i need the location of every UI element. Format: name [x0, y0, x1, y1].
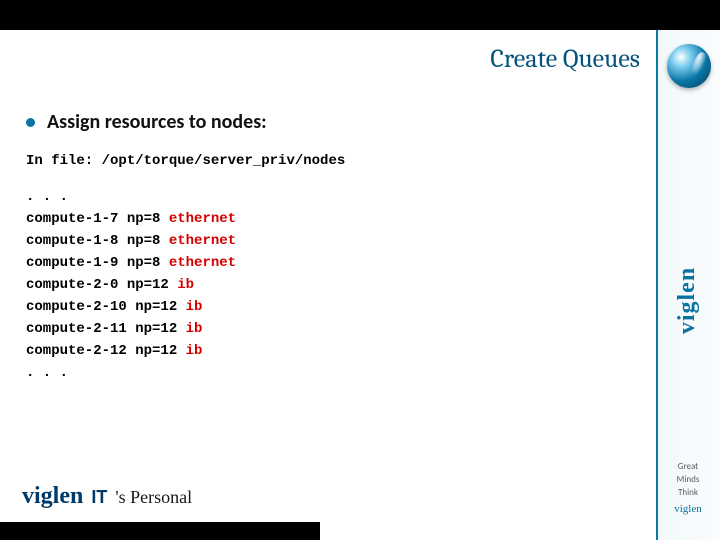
node-np: np=12 [135, 343, 185, 359]
node-np: np=12 [135, 321, 185, 337]
node-line: compute-1-8 np=8 ethernet [26, 230, 626, 252]
node-host: compute-1-8 [26, 233, 127, 249]
node-line: compute-1-9 np=8 ethernet [26, 252, 626, 274]
side-brand-vertical: viglen [664, 230, 712, 370]
content-area: Assign resources to nodes: In file: /opt… [26, 110, 626, 384]
node-host: compute-2-11 [26, 321, 135, 337]
node-line: compute-2-11 np=12 ib [26, 318, 626, 340]
bottom-black-strip [0, 522, 320, 540]
brand-name-mini: viglen [656, 503, 720, 516]
brand-name-vertical: viglen [675, 266, 702, 333]
page-title: Create Queues [0, 44, 640, 74]
node-line: compute-2-12 np=12 ib [26, 340, 626, 362]
slide: viglen Great Minds Think viglen Create Q… [0, 0, 720, 540]
footer-brand-name: viglen [22, 483, 83, 510]
node-np: np=8 [127, 233, 169, 249]
footer-brand-personal: 's Personal [115, 487, 192, 508]
ellipsis: . . . [26, 186, 626, 208]
node-host: compute-2-10 [26, 299, 135, 315]
brand-orb-icon [667, 44, 711, 88]
node-np: np=12 [127, 277, 177, 293]
node-np: np=12 [135, 299, 185, 315]
node-np: np=8 [127, 211, 169, 227]
node-line: compute-2-0 np=12 ib [26, 274, 626, 296]
tagline-line: Minds [656, 473, 720, 486]
tagline-line: Think [656, 486, 720, 499]
node-host: compute-2-0 [26, 277, 127, 293]
footer-brand: viglen IT 's Personal [22, 483, 192, 510]
node-net: ib [186, 299, 203, 315]
top-black-band [0, 0, 720, 30]
file-line: In file: /opt/torque/server_priv/nodes [26, 150, 626, 172]
node-net: ethernet [169, 255, 236, 271]
node-line: compute-1-7 np=8 ethernet [26, 208, 626, 230]
node-np: np=8 [127, 255, 169, 271]
bullet-text: Assign resources to nodes: [47, 110, 267, 134]
ellipsis: . . . [26, 362, 626, 384]
node-line: compute-2-10 np=12 ib [26, 296, 626, 318]
footer-brand-it: IT [91, 487, 107, 508]
node-host: compute-1-9 [26, 255, 127, 271]
tagline-line: Great [656, 460, 720, 473]
node-net: ib [186, 343, 203, 359]
node-host: compute-1-7 [26, 211, 127, 227]
node-host: compute-2-12 [26, 343, 135, 359]
node-net: ib [177, 277, 194, 293]
file-line-prefix: In file: [26, 153, 102, 169]
bullet-item: Assign resources to nodes: [26, 110, 626, 134]
node-net: ethernet [169, 211, 236, 227]
node-net: ib [186, 321, 203, 337]
side-tagline: Great Minds Think viglen [656, 460, 720, 516]
file-path: /opt/torque/server_priv/nodes [102, 153, 346, 169]
bullet-dot-icon [26, 118, 35, 127]
node-net: ethernet [169, 233, 236, 249]
node-config-block: . . . compute-1-7 np=8 ethernetcompute-1… [26, 186, 626, 384]
